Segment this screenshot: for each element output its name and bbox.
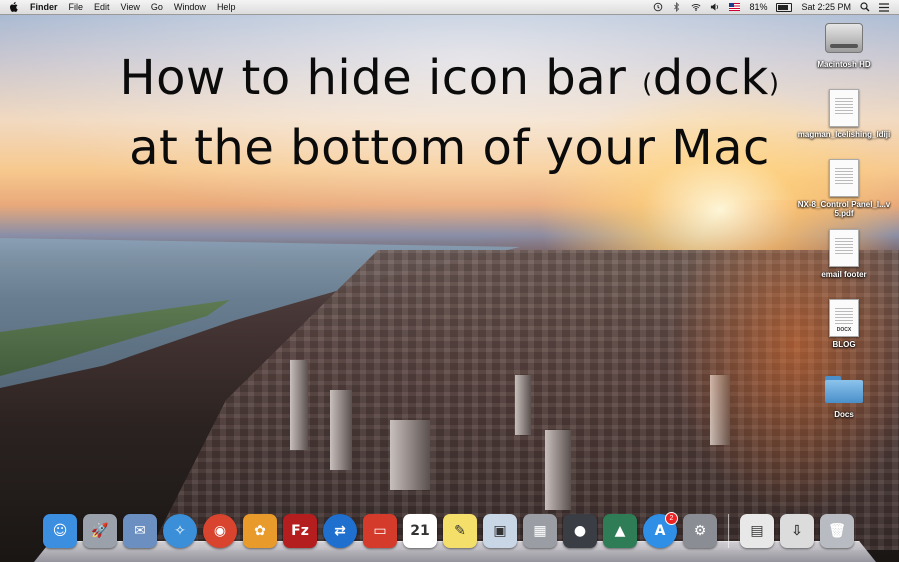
desktop-icon-label: magman_Icelishing_Idiji	[797, 130, 891, 139]
dock-safari[interactable]: ✧	[162, 512, 198, 550]
title-word-dock: dock	[652, 50, 769, 106]
screen-sharing-icon: ▭	[363, 514, 397, 548]
stickies-icon: ✎	[443, 514, 477, 548]
dock-photos[interactable]: ✿	[242, 512, 278, 550]
dock-separator	[728, 514, 729, 548]
desktop-icon-label: BLOG	[832, 340, 856, 349]
iphoto-icon: ▲	[603, 514, 637, 548]
notification-badge: 2	[665, 512, 678, 525]
launchpad-icon: 🚀	[83, 514, 117, 548]
dock-finder[interactable]: ☺	[42, 512, 78, 550]
status-area: 81% Sat 2:25 PM	[653, 2, 889, 12]
desktop-icon-macintosh-hd[interactable]: Macintosh HD	[789, 18, 899, 69]
dock-calculator[interactable]: ▦	[522, 512, 558, 550]
us-flag-icon[interactable]	[729, 3, 741, 11]
search-icon[interactable]	[860, 2, 870, 12]
time-machine-icon[interactable]	[653, 2, 663, 12]
dock-chrome[interactable]: ◉	[202, 512, 238, 550]
title-line-2: at the bottom of your Mac	[129, 120, 770, 176]
dock-screen-sharing[interactable]: ▭	[362, 512, 398, 550]
skyscraper	[515, 375, 531, 435]
dock-system-preferences[interactable]: ⚙	[682, 512, 718, 550]
downloads-stack-icon: ⇩	[780, 514, 814, 548]
desktop-icon-label: email footer	[821, 270, 867, 279]
menu-file[interactable]: File	[69, 2, 84, 12]
dock-document-stack[interactable]: ▤	[739, 512, 775, 550]
desktop-icon-label: Docs	[834, 410, 854, 419]
desktop-icon-label: Macintosh HD	[817, 60, 871, 69]
dock-stickies[interactable]: ✎	[442, 512, 478, 550]
dock-iphoto[interactable]: ▲	[602, 512, 638, 550]
document-icon	[829, 229, 859, 267]
pdf-document-icon	[829, 159, 859, 197]
battery-icon[interactable]	[776, 2, 793, 12]
desktop-icon-pdf[interactable]: NX-8_Control Panel_I...v 5.pdf	[789, 158, 899, 218]
teamviewer-icon: ⇄	[323, 514, 357, 548]
menu-view[interactable]: View	[121, 2, 140, 12]
wifi-icon[interactable]	[691, 2, 701, 12]
desktop-icon-email-footer[interactable]: email footer	[789, 228, 899, 279]
doc-type-tag: DOCX	[836, 327, 852, 333]
dock-mail[interactable]: ✉	[122, 512, 158, 550]
battery-fill	[778, 4, 789, 10]
calendar-icon: 21	[403, 514, 437, 548]
menu-edit[interactable]: Edit	[94, 2, 110, 12]
desktop-icon-blog[interactable]: DOCX BLOG	[789, 298, 899, 349]
preview-icon: ▣	[483, 514, 517, 548]
document-icon	[829, 89, 859, 127]
tutorial-title: How to hide icon bar (dock) at the botto…	[0, 46, 899, 180]
dock-trash[interactable]: 🗑	[819, 512, 855, 550]
dock-app-store[interactable]: A2	[642, 512, 678, 550]
skyscraper	[545, 430, 571, 510]
system-preferences-icon: ⚙	[683, 514, 717, 548]
desktop-icon-docs-folder[interactable]: Docs	[789, 368, 899, 419]
hard-drive-icon	[825, 23, 863, 53]
apple-icon[interactable]	[8, 1, 20, 13]
photos-icon: ✿	[243, 514, 277, 548]
volume-icon[interactable]	[710, 2, 720, 12]
skyscraper	[330, 390, 352, 470]
desktop-icon-label: NX-8_Control Panel_I...v 5.pdf	[797, 200, 891, 218]
finder-icon: ☺	[43, 514, 77, 548]
dock-items: ☺ 🚀 ✉ ✧ ◉ ✿ Fz ⇄ ▭ 21 ✎ ▣ ▦ ● ▲ A 2 ⚙ ▤ ⇩ 🗑	[42, 512, 855, 550]
mail-icon: ✉	[123, 514, 157, 548]
title-text-1: How to hide icon bar	[119, 50, 627, 106]
chrome-icon: ◉	[203, 514, 237, 548]
dock-teamviewer[interactable]: ⇄	[322, 512, 358, 550]
facetime-icon: ●	[563, 514, 597, 548]
menu-app-name[interactable]: Finder	[30, 2, 58, 12]
menu-help[interactable]: Help	[217, 2, 236, 12]
paren-open: (	[642, 69, 653, 99]
docx-document-icon: DOCX	[829, 299, 859, 337]
menu-bar: Finder File Edit View Go Window Help 81%…	[0, 0, 899, 15]
dock-launchpad[interactable]: 🚀	[82, 512, 118, 550]
safari-icon: ✧	[163, 514, 197, 548]
menu-go[interactable]: Go	[151, 2, 163, 12]
dock-filezilla[interactable]: Fz	[282, 512, 318, 550]
filezilla-icon: Fz	[283, 514, 317, 548]
list-icon[interactable]	[879, 2, 889, 12]
calculator-icon: ▦	[523, 514, 557, 548]
trash-icon: 🗑	[820, 514, 854, 548]
bluetooth-icon[interactable]	[672, 2, 682, 12]
folder-icon	[825, 373, 863, 403]
skyscraper	[390, 420, 430, 490]
dock-facetime[interactable]: ●	[562, 512, 598, 550]
dock-preview[interactable]: ▣	[482, 512, 518, 550]
battery-percent[interactable]: 81%	[749, 2, 767, 12]
dock-calendar[interactable]: 21	[402, 512, 438, 550]
skyscraper	[290, 360, 308, 450]
paren-close: )	[768, 69, 780, 99]
menu-window[interactable]: Window	[174, 2, 206, 12]
desktop-icon-document[interactable]: magman_Icelishing_Idiji	[789, 88, 899, 139]
dock-downloads-stack[interactable]: ⇩	[779, 512, 815, 550]
document-stack-icon: ▤	[740, 514, 774, 548]
dock: ☺ 🚀 ✉ ✧ ◉ ✿ Fz ⇄ ▭ 21 ✎ ▣ ▦ ● ▲ A 2 ⚙ ▤ ⇩ 🗑	[34, 510, 876, 562]
title-line-1: How to hide icon bar (dock)	[0, 46, 899, 116]
clock[interactable]: Sat 2:25 PM	[801, 2, 851, 12]
